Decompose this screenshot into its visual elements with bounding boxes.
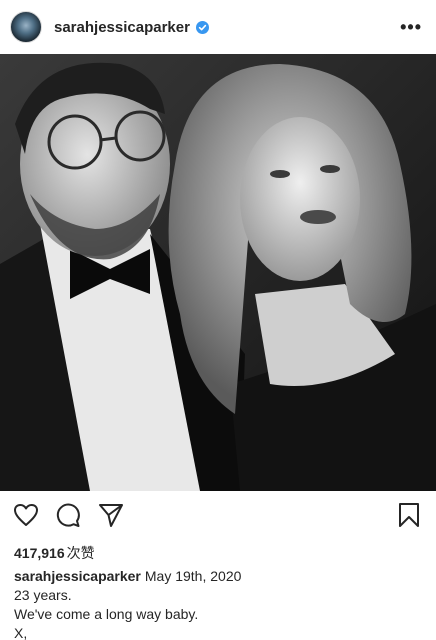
caption-header: sarahjessicaparker May 19th, 2020: [14, 567, 241, 586]
post-caption: sarahjessicaparker May 19th, 2020 23 year…: [14, 567, 241, 640]
post-actions: [0, 500, 436, 532]
likes-count[interactable]: 417,916 次赞: [14, 543, 95, 563]
post-header: sarahjessicaparker •••: [0, 0, 436, 54]
caption-line: We've come a long way baby.: [14, 606, 199, 622]
likes-label: 次赞: [66, 545, 95, 561]
header-username[interactable]: sarahjessicaparker: [54, 19, 190, 36]
caption-line: 23 years.: [14, 587, 72, 603]
send-icon[interactable]: [96, 500, 126, 530]
heart-icon[interactable]: [11, 500, 41, 530]
caption-date: May 19th, 2020: [144, 568, 242, 584]
post-photo-illustration: [0, 54, 436, 491]
bookmark-icon[interactable]: [394, 500, 424, 530]
caption-username[interactable]: sarahjessicaparker: [14, 568, 141, 584]
post-photo[interactable]: [0, 54, 436, 491]
comment-icon[interactable]: [53, 500, 83, 530]
verified-badge-icon: [195, 20, 209, 34]
caption-line: X,: [14, 625, 28, 640]
likes-number: 417,916: [14, 545, 65, 561]
avatar[interactable]: [10, 11, 42, 43]
more-options-button[interactable]: •••: [400, 18, 422, 36]
